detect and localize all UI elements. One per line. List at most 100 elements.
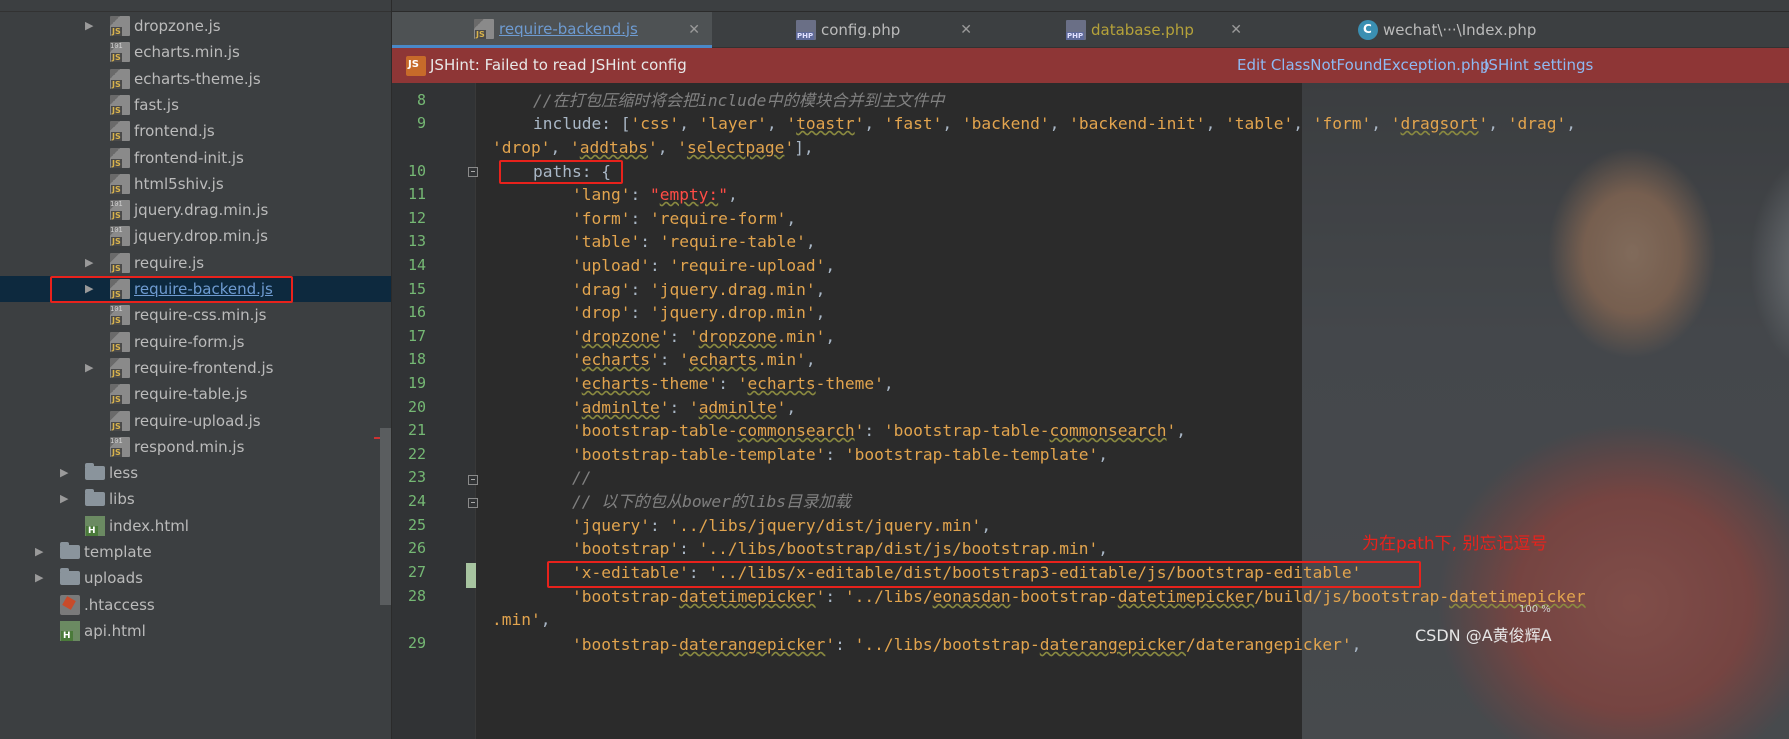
tree-item-label: index.html: [109, 516, 189, 535]
tree-item[interactable]: require-table.js: [0, 381, 391, 407]
fold-icon[interactable]: [468, 167, 478, 177]
tree-item[interactable]: ▶ require.js: [0, 250, 391, 276]
expand-arrow-icon[interactable]: ▶: [85, 20, 95, 32]
js-file-icon: [110, 410, 130, 431]
tab-label: config.php: [821, 21, 901, 39]
line-number: 10: [407, 162, 426, 180]
line-number: 14: [407, 256, 426, 274]
tab-label: database.php: [1091, 21, 1194, 39]
tree-item-label: .htaccess: [84, 595, 155, 614]
expand-arrow-icon[interactable]: ▶: [35, 546, 45, 558]
line-number: 25: [407, 516, 426, 534]
folder-icon: [60, 568, 80, 586]
watermark: CSDN @A黄俊辉A: [1415, 626, 1552, 645]
tree-item-label: uploads: [84, 569, 143, 588]
tree-item[interactable]: ▶ libs: [0, 486, 391, 512]
html-file-icon: [85, 515, 105, 536]
tree-item[interactable]: require-upload.js: [0, 408, 391, 434]
line-number: 21: [407, 421, 426, 439]
line-number: 16: [407, 303, 426, 321]
tree-item[interactable]: ▶ dropzone.js: [0, 13, 391, 39]
zoom-level: 100 %: [1519, 604, 1551, 615]
line-number: 27: [407, 563, 426, 581]
min-js-file-icon: 101: [110, 436, 130, 457]
expand-arrow-icon[interactable]: ▶: [35, 572, 45, 584]
tree-item-label: require-form.js: [134, 332, 245, 351]
close-icon[interactable]: ✕: [960, 22, 972, 38]
html-file-icon: [60, 620, 80, 641]
tree-item[interactable]: 101 echarts.min.js: [0, 39, 391, 65]
highlight-box-paths: [499, 160, 623, 184]
tree-item[interactable]: 101 respond.min.js: [0, 434, 391, 460]
tree-item[interactable]: .htaccess: [0, 592, 391, 618]
close-icon[interactable]: ✕: [688, 22, 700, 38]
tree-item[interactable]: frontend-init.js: [0, 145, 391, 171]
tab-config-php[interactable]: config.php ✕: [712, 12, 984, 48]
line-number: 19: [407, 374, 426, 392]
change-marker: [466, 563, 476, 588]
tree-item[interactable]: 101 jquery.drop.min.js: [0, 223, 391, 249]
code-line: //: [571, 468, 592, 487]
line-number: 12: [407, 209, 426, 227]
expand-arrow-icon[interactable]: ▶: [85, 256, 95, 269]
close-icon[interactable]: ✕: [1230, 22, 1242, 38]
project-tree: ▶ dropzone.js 101 echarts.min.js echarts-the…: [0, 0, 392, 739]
binary-marker-icon: 101: [110, 436, 123, 445]
ide-window: ▶ dropzone.js 101 echarts.min.js echarts-the…: [0, 0, 1789, 739]
expand-arrow-icon[interactable]: ▶: [85, 361, 95, 374]
tree-item[interactable]: html5shiv.js: [0, 171, 391, 197]
tree-item-label: respond.min.js: [134, 437, 245, 456]
js-file-icon: [110, 252, 130, 273]
tree-item[interactable]: fast.js: [0, 92, 391, 118]
edit-exception-link[interactable]: Edit ClassNotFoundException.php: [1237, 56, 1490, 74]
line-number: 20: [407, 398, 426, 416]
tree-item[interactable]: ▶ require-frontend.js: [0, 355, 391, 381]
tree-item-label: require.js: [134, 253, 205, 272]
js-file-icon: [474, 18, 494, 39]
code-line: 'bootstrap': '../libs/bootstrap/dist/js/…: [571, 539, 1108, 558]
folder-icon: [85, 463, 105, 481]
tree-item-label: require-css.min.js: [134, 306, 267, 325]
tab-strip-overflow: [392, 0, 1789, 12]
code-line: 'lang': "empty:",: [571, 185, 738, 204]
tree-item[interactable]: 101 require-css.min.js: [0, 302, 391, 328]
php-file-icon: [1066, 20, 1086, 40]
js-file-icon: [110, 331, 130, 352]
folder-icon: [85, 489, 105, 507]
tree-item[interactable]: ▶ template: [0, 539, 391, 565]
tree-item[interactable]: ▶ less: [0, 460, 391, 486]
tab-database-php[interactable]: database.php ✕: [984, 12, 1254, 48]
tree-item-label: html5shiv.js: [134, 174, 224, 193]
tree-item-label: libs: [109, 490, 135, 509]
tab-wechat-index[interactable]: wechat\···\Index.php: [1254, 12, 1789, 48]
tree-item[interactable]: index.html: [0, 513, 391, 539]
code-line: // 以下的包从bower的libs目录加载: [571, 492, 851, 511]
jshint-settings-link[interactable]: JSHint settings: [1484, 56, 1593, 74]
tree-scrollbar[interactable]: [380, 428, 391, 605]
fold-icon[interactable]: [468, 475, 478, 485]
tree-item-label: echarts.min.js: [134, 43, 240, 62]
tab-require-backend[interactable]: require-backend.js ✕: [392, 12, 712, 48]
class-icon: [1358, 20, 1378, 40]
expand-arrow-icon[interactable]: ▶: [60, 493, 70, 505]
tree-item[interactable]: api.html: [0, 618, 391, 644]
expand-arrow-icon[interactable]: ▶: [60, 467, 70, 479]
tree-item[interactable]: require-form.js: [0, 329, 391, 355]
annotation-text: 为在path下, 别忘记逗号: [1362, 534, 1548, 554]
fold-icon[interactable]: [468, 498, 478, 508]
line-number: 28: [407, 587, 426, 605]
tree-item[interactable]: ▶ uploads: [0, 565, 391, 591]
line-number: 26: [407, 539, 426, 557]
tree-item[interactable]: 101 jquery.drag.min.js: [0, 197, 391, 223]
htaccess-file-icon: [60, 594, 80, 615]
code-line: 'bootstrap-daterangepicker': '../libs/bo…: [571, 635, 1362, 654]
tree-item[interactable]: frontend.js: [0, 118, 391, 144]
code-line: 'echarts': 'echarts.min',: [571, 350, 816, 369]
tree-item[interactable]: echarts-theme.js: [0, 66, 391, 92]
line-number: 18: [407, 350, 426, 368]
line-number: 17: [407, 327, 426, 345]
highlight-box-selected-file: [50, 276, 293, 303]
js-file-icon: [110, 16, 130, 36]
code-line: //在打包压缩时将会把include中的模块合并到主文件中: [494, 91, 945, 110]
line-number: 13: [407, 232, 426, 250]
